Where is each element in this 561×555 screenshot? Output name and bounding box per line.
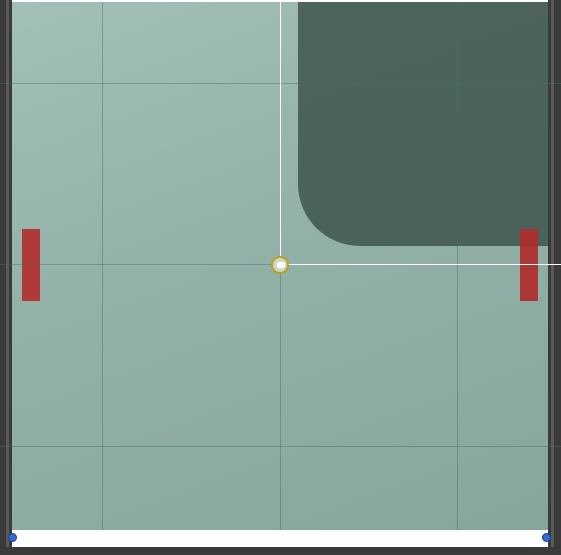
viewport-bottom-bar	[12, 530, 548, 547]
left-paddle[interactable]	[22, 229, 40, 301]
crosshair-vertical-line	[280, 0, 281, 265]
right-paddle[interactable]	[520, 229, 538, 301]
ball-icon[interactable]	[271, 256, 289, 274]
grid-line-horizontal	[0, 446, 561, 447]
crosshair-horizontal-line	[280, 264, 561, 265]
bottom-rail	[0, 547, 561, 555]
resize-handle-icon[interactable]	[8, 533, 17, 542]
ball-highlight	[277, 262, 285, 268]
resize-handle-icon[interactable]	[542, 533, 551, 542]
shadow-panel	[298, 0, 548, 246]
